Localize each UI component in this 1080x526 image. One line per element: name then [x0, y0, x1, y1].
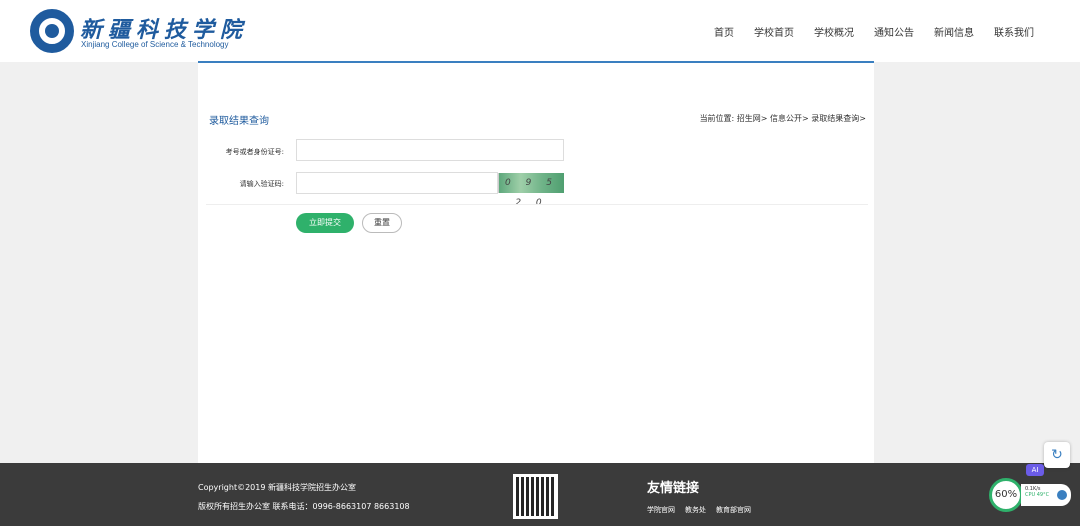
- id-field-label: 考号或者身份证号:: [225, 148, 284, 156]
- nav-item-news[interactable]: 新闻信息: [934, 24, 974, 39]
- nav-item-home[interactable]: 首页: [714, 24, 734, 39]
- form-divider: [206, 204, 868, 205]
- link-moe-site[interactable]: 教育部官网: [716, 505, 751, 515]
- nav-item-school-home[interactable]: 学校首页: [754, 24, 794, 39]
- friendly-links-title: 友情链接: [647, 481, 700, 496]
- school-emblem-icon[interactable]: [30, 9, 74, 53]
- id-number-input[interactable]: [296, 139, 564, 161]
- translate-tool-icon[interactable]: ↻: [1044, 442, 1070, 468]
- contact-text: 版权所有招生办公室 联系电话：0996-8663107 8663108: [198, 502, 410, 511]
- captcha-field-label: 请输入验证码:: [239, 180, 284, 188]
- brand-name-en: Xinjiang College of Science & Technology: [81, 40, 229, 49]
- submit-button[interactable]: 立即提交: [296, 213, 354, 233]
- qr-code-pattern: [516, 477, 555, 516]
- emblem-core: [45, 24, 59, 38]
- nav-item-school-overview[interactable]: 学校概况: [814, 24, 854, 39]
- main-nav: 首页 学校首页 学校概况 通知公告 新闻信息 联系我们: [714, 24, 1034, 39]
- site-footer: Copyright©2019 新疆科技学院招生办公室 版权所有招生办公室 联系电…: [0, 463, 1080, 526]
- emblem-inner-ring: [37, 16, 67, 46]
- site-header: 新疆科技学院 Xinjiang College of Science & Tec…: [0, 0, 1080, 62]
- ai-assistant-badge[interactable]: AI: [1026, 464, 1044, 476]
- performance-ring[interactable]: 60%: [989, 478, 1023, 512]
- captcha-input[interactable]: [296, 172, 498, 194]
- qr-code-image: [513, 474, 558, 519]
- nav-item-contact[interactable]: 联系我们: [994, 24, 1034, 39]
- nav-item-notices[interactable]: 通知公告: [874, 24, 914, 39]
- widget-dot-icon[interactable]: [1057, 490, 1067, 500]
- content-panel: 录取结果查询 当前位置: 招生网> 信息公开> 录取结果查询> 考号或者身份证号…: [198, 61, 874, 463]
- breadcrumb[interactable]: 当前位置: 招生网> 信息公开> 录取结果查询>: [700, 113, 866, 124]
- link-academic-affairs[interactable]: 教务处: [685, 505, 706, 515]
- link-college-site[interactable]: 学院官网: [647, 505, 675, 515]
- captcha-image[interactable]: 0 9 5 2 0: [498, 173, 564, 208]
- friendly-links: 学院官网 教务处 教育部官网: [647, 505, 751, 515]
- section-title: 录取结果查询: [209, 116, 269, 127]
- reset-button[interactable]: 重置: [362, 213, 402, 233]
- copyright-text: Copyright©2019 新疆科技学院招生办公室: [198, 483, 356, 492]
